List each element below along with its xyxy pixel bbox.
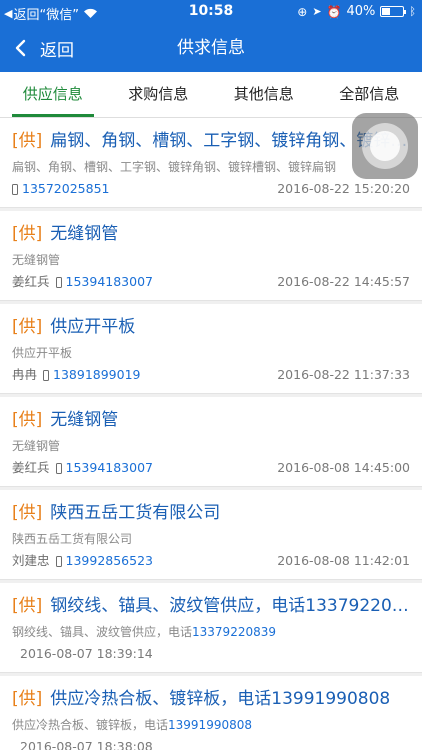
item-desc: 钢绞线、锚具、波纹管供应，电话13379220839 xyxy=(12,623,410,641)
item-title: [供]扁钢、角钢、槽钢、工字钢、镀锌角钢、镀锌槽钢、镀锌扁钢 xyxy=(12,128,410,154)
item-title: [供] 陕西五岳工货有限公司 xyxy=(12,500,410,526)
status-bar: ◀ 返回“微信” 10:58 ⊕ ➤ ⏰ 40% ᛒ xyxy=(0,0,422,24)
battery-fill xyxy=(382,8,391,15)
supply-tag: [供] xyxy=(12,224,43,244)
item-date: 2016-08-22 14:45:57 xyxy=(277,274,410,289)
item-title-text: 供应开平板 xyxy=(50,317,136,337)
location-icon: ➤ xyxy=(312,5,322,18)
item-desc-text: 供应冷热合板、镀锌板，电话 xyxy=(12,718,169,732)
item-phone[interactable]: 13891899019 xyxy=(43,366,141,384)
item-title-text: 钢绞线、锚具、波纹管供应，电话13379220839 xyxy=(50,596,410,616)
list-item[interactable]: [供] 钢绞线、锚具、波纹管供应，电话13379220839 钢绞线、锚具、波纹管… xyxy=(0,583,422,673)
item-phone[interactable]: 13992856523 xyxy=(55,552,153,570)
item-desc-phone[interactable]: 13379220839 xyxy=(192,625,276,639)
item-desc: 陕西五岳工货有限公司 xyxy=(12,532,133,546)
item-title-text: 陕西五岳工货有限公司 xyxy=(50,503,221,523)
item-date: 2016-08-22 15:20:20 xyxy=(277,181,410,196)
rotation-lock-icon: ⊕ xyxy=(297,4,308,19)
item-phone-number: 15394183007 xyxy=(65,274,153,289)
item-desc: 供应冷热合板、镀锌板，电话13991990808 xyxy=(12,716,410,734)
bluetooth-icon: ᛒ xyxy=(409,5,416,18)
supply-tag: [供] xyxy=(12,503,43,523)
tab-purchase[interactable]: 求购信息 xyxy=(106,72,212,117)
item-title-text: 供应冷热合板、镀锌板，电话13991990808 xyxy=(50,689,391,709)
item-phone-number: 13992856523 xyxy=(65,553,153,568)
phone-icon xyxy=(55,462,62,474)
battery-icon xyxy=(380,6,407,17)
item-desc: 扁钢、角钢、槽钢、工字钢、镀锌角钢、镀锌槽钢、镀锌扁钢 xyxy=(12,160,337,174)
alarm-icon: ⏰ xyxy=(326,4,342,19)
list-item[interactable]: [供] 供应冷热合板、镀锌板，电话13991990808 供应冷热合板、镀锌板，电… xyxy=(0,676,422,750)
item-desc-text: 钢绞线、锚具、波纹管供应，电话 xyxy=(12,625,193,639)
item-title: [供] 钢绞线、锚具、波纹管供应，电话13379220839 xyxy=(12,593,410,619)
tab-supply[interactable]: 供应信息 xyxy=(0,72,106,117)
item-title-text: 无缝钢管 xyxy=(50,224,119,244)
item-phone-number: 13891899019 xyxy=(53,367,141,382)
item-title: [供] 供应开平板 xyxy=(12,314,410,340)
battery-percent: 40% xyxy=(346,4,376,19)
item-phone[interactable]: 15394183007 xyxy=(55,273,153,291)
list-item[interactable]: [供] 供应开平板 供应开平板 冉冉 13891899019 2016-08-22… xyxy=(0,304,422,394)
list-item[interactable]: [供] 陕西五岳工货有限公司 陕西五岳工货有限公司 刘建忠 13992856523… xyxy=(0,490,422,580)
supply-tag: [供] xyxy=(12,317,43,337)
phone-icon xyxy=(12,183,18,195)
item-date: 2016-08-07 18:39:14 xyxy=(20,646,153,661)
list-item[interactable]: [供] 无缝钢管 无缝钢管 姜红兵 15394183007 2016-08-22 … xyxy=(0,211,422,301)
item-desc-phone[interactable]: 13991990808 xyxy=(168,718,252,732)
item-person: 冉冉 xyxy=(12,367,38,382)
item-title-text: 无缝钢管 xyxy=(50,410,119,430)
item-phone[interactable]: 15394183007 xyxy=(55,459,153,477)
page-title: 供求信息 xyxy=(177,38,245,58)
item-desc: 无缝钢管 xyxy=(12,253,61,267)
nav-bar: 返回 供求信息 xyxy=(0,24,422,72)
tab-other[interactable]: 其他信息 xyxy=(211,72,317,117)
item-desc: 供应开平板 xyxy=(12,346,73,360)
item-person: 姜红兵 xyxy=(12,274,50,289)
item-desc: 无缝钢管 xyxy=(12,439,61,453)
item-date: 2016-08-07 18:38:08 xyxy=(20,739,153,750)
item-date: 2016-08-22 11:37:33 xyxy=(277,367,410,382)
item-title: [供] 供应冷热合板、镀锌板，电话13991990808 xyxy=(12,686,410,712)
item-date: 2016-08-08 11:42:01 xyxy=(277,553,410,568)
item-phone-number: 15394183007 xyxy=(65,460,153,475)
supply-tag: [供] xyxy=(12,410,43,430)
assistive-touch-button[interactable] xyxy=(352,113,418,179)
phone-icon xyxy=(55,276,62,288)
item-phone[interactable]: 13572025851 xyxy=(12,180,109,198)
item-person: 姜红兵 xyxy=(12,460,50,475)
item-title: [供] 无缝钢管 xyxy=(12,407,410,433)
phone-icon xyxy=(55,555,62,567)
item-phone-number: 13572025851 xyxy=(22,181,110,196)
phone-icon xyxy=(43,369,50,381)
item-title: [供] 无缝钢管 xyxy=(12,221,410,247)
item-person: 刘建忠 xyxy=(12,553,50,568)
supply-tag: [供] xyxy=(12,131,43,151)
supply-list[interactable]: [供]扁钢、角钢、槽钢、工字钢、镀锌角钢、镀锌槽钢、镀锌扁钢 扁钢、角钢、槽钢、… xyxy=(0,118,422,750)
supply-tag: [供] xyxy=(12,689,43,709)
item-date: 2016-08-08 14:45:00 xyxy=(277,460,410,475)
supply-tag: [供] xyxy=(12,596,43,616)
list-item[interactable]: [供] 无缝钢管 无缝钢管 姜红兵 15394183007 2016-08-08 … xyxy=(0,397,422,487)
tab-bar: 供应信息 求购信息 其他信息 全部信息 xyxy=(0,72,422,118)
tab-all[interactable]: 全部信息 xyxy=(317,72,422,117)
